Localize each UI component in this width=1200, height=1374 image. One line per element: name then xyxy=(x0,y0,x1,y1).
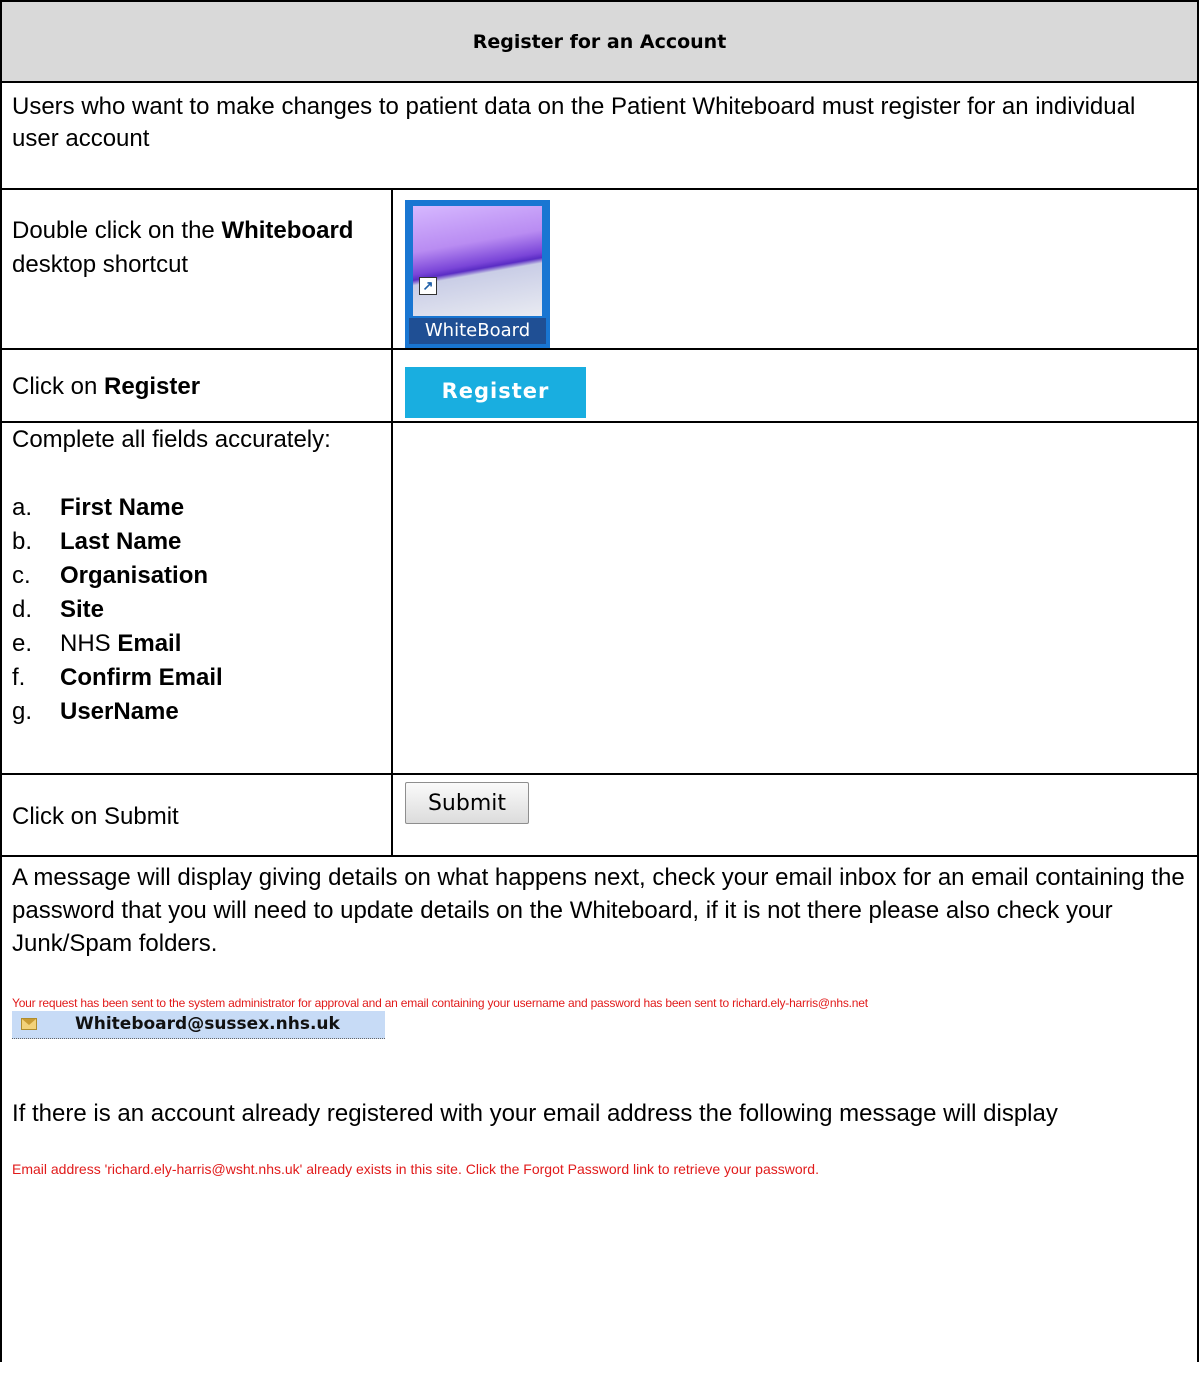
shortcut-label: WhiteBoard xyxy=(409,318,546,344)
step3-empty-cell xyxy=(391,421,1199,775)
register-button[interactable]: Register xyxy=(405,367,586,418)
whiteboard-shortcut-icon[interactable]: ↗ WhiteBoard xyxy=(405,200,550,348)
field-letter: a. xyxy=(12,494,33,521)
step2-text: Click on Register xyxy=(12,373,201,400)
field-letter: e. xyxy=(12,630,33,657)
field-letter: d. xyxy=(12,596,33,623)
field-item: f. Confirm Email xyxy=(12,661,381,695)
step1-text-cell: Double click on the Whiteboard desktop s… xyxy=(0,188,393,350)
field-letter: f. xyxy=(12,664,26,691)
field-label: Site xyxy=(60,596,105,623)
field-letter: c. xyxy=(12,562,31,589)
email-exists-message: Email address 'richard.ely-harris@wsht.n… xyxy=(12,1161,819,1177)
field-label: UserName xyxy=(60,698,179,725)
field-item: c. Organisation xyxy=(12,559,381,593)
shortcut-arrow-icon: ↗ xyxy=(419,277,437,295)
field-item: d. Site xyxy=(12,593,381,627)
field-label: First Name xyxy=(60,494,185,521)
step2-text-cell: Click on Register xyxy=(0,348,393,423)
header-cell: Register for an Account xyxy=(0,0,1199,83)
step1-text: Double click on the Whiteboard desktop s… xyxy=(12,217,354,278)
field-item: b. Last Name xyxy=(12,525,381,559)
field-letter: b. xyxy=(12,528,33,555)
existing-account-paragraph: If there is an account already registere… xyxy=(12,1100,1058,1127)
step3-intro: Complete all fields accurately: xyxy=(12,426,331,453)
result-paragraph: A message will display giving details on… xyxy=(12,864,1185,957)
field-label: Confirm Email xyxy=(60,664,223,691)
envelope-icon xyxy=(21,1018,37,1030)
field-label: Organisation xyxy=(60,562,209,589)
field-item: g. UserName xyxy=(12,695,381,729)
instructions-table: Register for an Account Users who want t… xyxy=(0,0,1199,1362)
step4-text-cell: Click on Submit xyxy=(0,773,393,857)
intro-cell: Users who want to make changes to patien… xyxy=(0,81,1199,190)
field-item: e. NHS Email xyxy=(12,627,381,661)
field-label: Last Name xyxy=(60,528,182,555)
page-title: Register for an Account xyxy=(472,30,727,53)
step1-image-cell: ↗ WhiteBoard xyxy=(391,188,1199,350)
email-sender-row[interactable]: Whiteboard@sussex.nhs.uk xyxy=(12,1011,385,1039)
request-sent-message: Your request has been sent to the system… xyxy=(12,996,868,1010)
whiteboard-icon-art xyxy=(413,206,542,316)
sender-address: Whiteboard@sussex.nhs.uk xyxy=(75,1014,340,1034)
field-label: NHS Email xyxy=(60,630,182,657)
field-letter: g. xyxy=(12,698,33,725)
step4-image-cell: Submit xyxy=(391,773,1199,857)
field-item: a. First Name xyxy=(12,491,381,525)
step2-image-cell: Register xyxy=(391,348,1199,423)
field-list: a. First Name b. Last Name c. Organisation d. S… xyxy=(12,491,381,729)
step4-text: Click on Submit xyxy=(12,803,179,830)
step3-text-cell: Complete all fields accurately: a. First … xyxy=(0,421,393,775)
intro-text: Users who want to make changes to patien… xyxy=(12,93,1136,152)
result-cell: A message will display giving details on… xyxy=(0,855,1199,1362)
submit-button[interactable]: Submit xyxy=(405,782,529,824)
